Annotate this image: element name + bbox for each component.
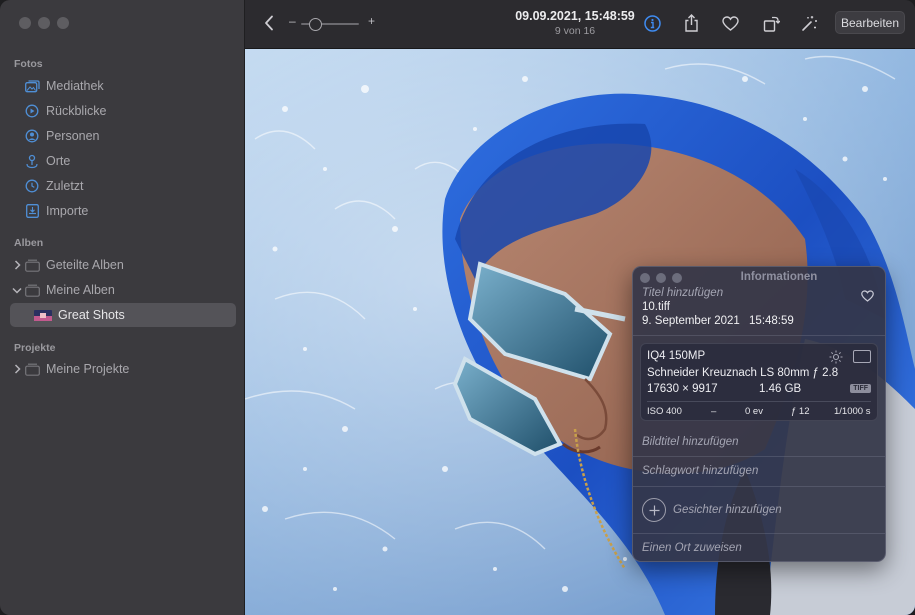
sidebar-item-label: Orte [46,154,71,168]
zoom-slider[interactable]: – + [289,14,375,32]
sidebar-item-zuletzt[interactable]: Zuletzt [10,174,236,198]
sidebar-item-label: Rückblicke [46,104,107,118]
sidebar-item-meine-alben[interactable]: Meine Alben [10,278,236,302]
exif-focal: – [711,406,717,417]
info-button[interactable] [641,12,663,34]
sidebar-item-label: Meine Projekte [46,362,130,376]
divider [647,401,871,402]
sidebar-item-label: Personen [46,129,100,143]
lens-info: Schneider Kreuznach LS 80mm ƒ 2.8 [647,367,839,379]
zoom-in-label: + [367,14,375,28]
auto-enhance-button[interactable] [799,12,821,34]
sidebar-item-geteilte-alben[interactable]: Geteilte Alben [10,253,236,277]
sidebar-item-meine-projekte[interactable]: Meine Projekte [10,357,236,381]
info-icon [643,14,661,32]
brightness-icon [829,350,843,364]
divider [633,335,885,336]
exif-exposure: 0 ev [745,406,763,417]
capture-date: 9. September 2021 [642,315,740,327]
toolbar: – + 09.09.2021, 15:48:59 9 von 16 Bearbe… [245,0,915,49]
photo-title: 09.09.2021, 15:48:59 9 von 16 [485,9,665,37]
chevron-right-icon[interactable] [12,362,22,376]
chevron-down-icon[interactable] [12,283,22,297]
minimize-window-button[interactable] [38,17,50,29]
sidebar-item-importe[interactable]: Importe [10,199,236,223]
magic-wand-icon [802,16,817,31]
album-thumbnail-icon [34,307,52,323]
photo-date: 09.09.2021, 15:48:59 [515,9,635,23]
caption-input[interactable]: Bildtitel hinzufügen [642,436,739,448]
sidebar-item-mediathek[interactable]: Mediathek [10,74,236,98]
sidebar-item-label: Geteilte Alben [46,258,124,272]
zoom-out-label: – [289,14,296,28]
clock-icon [24,178,40,194]
window-controls [19,17,69,29]
exif-iso: ISO 400 [647,406,682,417]
edit-button[interactable]: Bearbeiten [835,11,905,34]
photos-window: Fotos Mediathek Rückblicke Personen Orte [0,0,915,615]
camera-model: IQ4 150MP [647,350,706,362]
camera-metadata: IQ4 150MP Schneider Kreuznach LS 80mm ƒ … [640,343,878,421]
rotate-button[interactable] [760,12,782,34]
sidebar-item-label: Importe [46,204,89,218]
section-header-fotos: Fotos [14,58,43,70]
projects-icon [24,361,40,377]
chevron-left-icon [265,15,273,31]
frame-icon [853,350,871,363]
heart-icon [721,15,739,31]
filename: 10.tiff [642,301,670,313]
location-pin-icon [24,153,40,169]
back-button[interactable] [259,12,279,34]
exif-shutter: 1/1000 s [834,406,871,417]
add-face-button[interactable] [642,498,666,522]
exif-aperture: ƒ 12 [791,406,810,417]
chevron-right-icon[interactable] [12,258,22,272]
section-header-alben: Alben [14,237,44,249]
faces-label[interactable]: Gesichter hinzufügen [673,504,782,516]
image-dimensions: 17630 × 9917 [647,383,718,395]
divider [633,533,885,534]
divider [633,456,885,457]
rotate-icon [763,16,780,32]
sidebar: Fotos Mediathek Rückblicke Personen Orte [0,0,245,615]
file-format-badge: TIFF [850,384,871,393]
photo-position: 9 von 16 [554,25,596,37]
shared-albums-icon [24,257,40,273]
sidebar-item-label: Zuletzt [46,179,84,193]
sidebar-item-rueckblicke[interactable]: Rückblicke [10,99,236,123]
info-panel-title: Informationen [740,271,818,283]
share-icon [684,14,698,32]
people-icon [24,128,40,144]
capture-datetime: 9. September 2021 15:48:59 [642,315,794,327]
close-window-button[interactable] [19,17,31,29]
keyword-input[interactable]: Schlagwort hinzufügen [642,465,758,477]
divider [633,486,885,487]
sidebar-item-label: Meine Alben [46,283,115,297]
memories-icon [24,103,40,119]
favorite-toggle[interactable] [861,289,875,303]
heart-icon [861,290,874,302]
zoom-window-button[interactable] [57,17,69,29]
file-size: 1.46 GB [759,383,802,395]
sidebar-item-orte[interactable]: Orte [10,149,236,173]
title-input[interactable]: Titel hinzufügen [642,287,723,299]
photo-library-icon [24,78,40,94]
sidebar-item-label: Mediathek [46,79,104,93]
location-input[interactable]: Einen Ort zuweisen [642,542,742,554]
share-button[interactable] [680,12,702,34]
import-icon [24,203,40,219]
section-header-projekte: Projekte [14,342,56,354]
capture-time: 15:48:59 [749,315,794,327]
sidebar-item-personen[interactable]: Personen [10,124,236,148]
sidebar-item-great-shots[interactable]: Great Shots [10,303,236,327]
sidebar-item-label: Great Shots [58,308,125,322]
zoom-knob[interactable] [309,18,322,31]
albums-icon [24,282,40,298]
info-panel: Informationen Titel hinzufügen 10.tiff 9… [632,266,886,562]
favorite-button[interactable] [719,12,741,34]
plus-icon [649,505,659,515]
